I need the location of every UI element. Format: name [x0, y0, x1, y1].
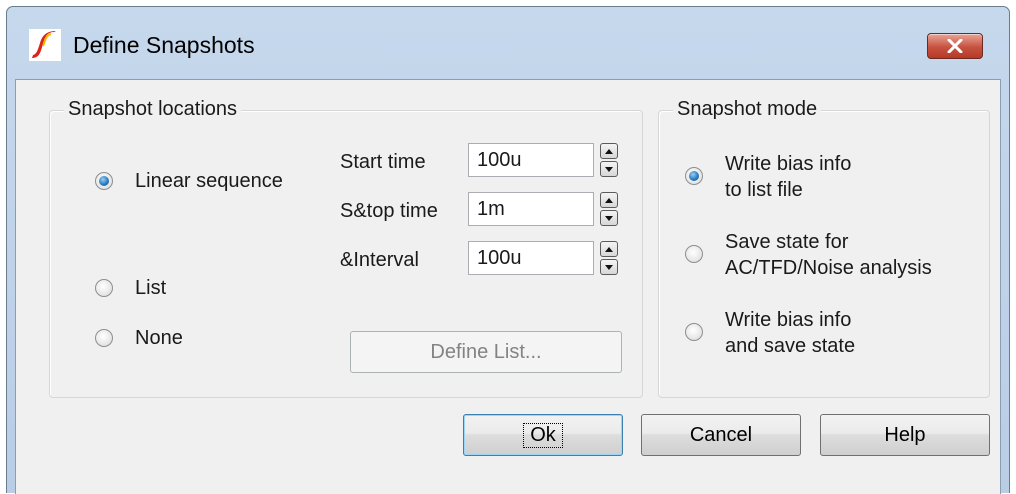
radio-label: None — [135, 327, 183, 349]
start-time-input[interactable]: 100u — [468, 143, 594, 177]
spin-down-button[interactable] — [600, 210, 618, 226]
radio-list[interactable]: List — [95, 275, 166, 301]
snapshot-locations-group: Snapshot locations Linear sequence List … — [49, 98, 643, 398]
snapshot-locations-legend: Snapshot locations — [64, 98, 242, 121]
radio-label: Linear sequence — [135, 170, 283, 192]
chevron-up-icon — [605, 246, 613, 252]
interval-label: &Interval — [340, 249, 419, 271]
close-icon — [947, 39, 963, 53]
interval-spinner[interactable] — [600, 241, 618, 275]
chevron-up-icon — [605, 148, 613, 154]
chevron-down-icon — [605, 264, 613, 270]
stop-time-input[interactable]: 1m — [468, 192, 594, 226]
title-bar[interactable]: Define Snapshots — [7, 7, 1009, 79]
chevron-up-icon — [605, 197, 613, 203]
radio-write-bias-and-save[interactable]: Write bias info and save state — [685, 307, 855, 359]
start-time-label: Start time — [340, 151, 426, 173]
stop-time-label: S&top time — [340, 200, 438, 222]
radio-button[interactable] — [95, 279, 113, 297]
spin-down-button[interactable] — [600, 259, 618, 275]
ok-button[interactable]: Ok — [463, 414, 623, 456]
radio-button[interactable] — [685, 245, 703, 263]
dialog-window: Define Snapshots Snapshot locations Line… — [6, 6, 1010, 494]
snapshot-mode-legend: Snapshot mode — [673, 98, 822, 121]
radio-label: Write bias info to list file — [725, 153, 852, 201]
radio-save-state[interactable]: Save state for AC/TFD/Noise analysis — [685, 229, 932, 281]
spin-up-button[interactable] — [600, 241, 618, 257]
close-button[interactable] — [927, 33, 983, 59]
radio-button[interactable] — [95, 172, 113, 190]
radio-label: List — [135, 277, 167, 299]
radio-linear-sequence[interactable]: Linear sequence — [95, 168, 283, 194]
radio-button[interactable] — [95, 329, 113, 347]
app-logo-icon — [29, 29, 61, 61]
start-time-spinner[interactable] — [600, 143, 618, 177]
cancel-button[interactable]: Cancel — [641, 414, 801, 456]
help-button[interactable]: Help — [820, 414, 990, 456]
snapshot-mode-group: Snapshot mode Write bias info to list fi… — [658, 98, 990, 398]
chevron-down-icon — [605, 166, 613, 172]
radio-none[interactable]: None — [95, 325, 183, 351]
spin-up-button[interactable] — [600, 143, 618, 159]
ok-button-label: Ok — [523, 422, 563, 448]
window-title: Define Snapshots — [73, 32, 255, 58]
radio-selected-dot — [689, 171, 699, 181]
radio-label: Write bias info and save state — [725, 309, 856, 357]
spin-up-button[interactable] — [600, 192, 618, 208]
radio-write-bias-info[interactable]: Write bias info to list file — [685, 151, 851, 203]
chevron-down-icon — [605, 215, 613, 221]
dialog-client-area: Snapshot locations Linear sequence List … — [15, 79, 1001, 494]
radio-label: Save state for AC/TFD/Noise analysis — [725, 231, 932, 279]
spin-down-button[interactable] — [600, 161, 618, 177]
stop-time-spinner[interactable] — [600, 192, 618, 226]
radio-selected-dot — [99, 176, 109, 186]
radio-button[interactable] — [685, 167, 703, 185]
interval-input[interactable]: 100u — [468, 241, 594, 275]
define-list-button[interactable]: Define List... — [350, 331, 622, 373]
radio-button[interactable] — [685, 323, 703, 341]
